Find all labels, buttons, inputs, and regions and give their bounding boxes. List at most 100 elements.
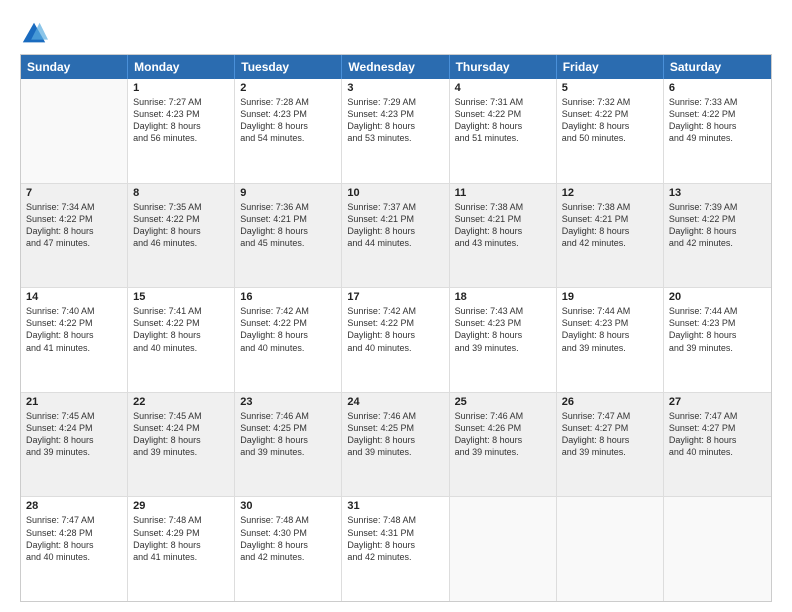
cal-cell-r2-c1: 15Sunrise: 7:41 AMSunset: 4:22 PMDayligh…: [128, 288, 235, 392]
cell-line: Sunset: 4:22 PM: [347, 317, 443, 329]
cell-line: Daylight: 8 hours: [240, 225, 336, 237]
cal-cell-r3-c1: 22Sunrise: 7:45 AMSunset: 4:24 PMDayligh…: [128, 393, 235, 497]
cal-cell-r1-c2: 9Sunrise: 7:36 AMSunset: 4:21 PMDaylight…: [235, 184, 342, 288]
cal-cell-r4-c2: 30Sunrise: 7:48 AMSunset: 4:30 PMDayligh…: [235, 497, 342, 601]
cal-cell-r1-c0: 7Sunrise: 7:34 AMSunset: 4:22 PMDaylight…: [21, 184, 128, 288]
cell-line: and 39 minutes.: [562, 446, 658, 458]
cell-line: Sunset: 4:23 PM: [669, 317, 766, 329]
day-number: 28: [26, 500, 122, 512]
cal-cell-r3-c2: 23Sunrise: 7:46 AMSunset: 4:25 PMDayligh…: [235, 393, 342, 497]
cell-line: and 44 minutes.: [347, 237, 443, 249]
header-cell-thursday: Thursday: [450, 55, 557, 79]
day-number: 11: [455, 187, 551, 199]
day-number: 10: [347, 187, 443, 199]
day-number: 9: [240, 187, 336, 199]
cell-line: and 40 minutes.: [240, 342, 336, 354]
calendar-row-2: 7Sunrise: 7:34 AMSunset: 4:22 PMDaylight…: [21, 184, 771, 289]
cell-line: Daylight: 8 hours: [26, 329, 122, 341]
cal-cell-r3-c3: 24Sunrise: 7:46 AMSunset: 4:25 PMDayligh…: [342, 393, 449, 497]
day-number: 3: [347, 82, 443, 94]
day-number: 2: [240, 82, 336, 94]
cell-line: Daylight: 8 hours: [347, 539, 443, 551]
cell-line: Daylight: 8 hours: [669, 225, 766, 237]
cell-line: Daylight: 8 hours: [26, 434, 122, 446]
day-number: 29: [133, 500, 229, 512]
day-number: 23: [240, 396, 336, 408]
calendar-row-3: 14Sunrise: 7:40 AMSunset: 4:22 PMDayligh…: [21, 288, 771, 393]
day-number: 30: [240, 500, 336, 512]
cell-line: and 46 minutes.: [133, 237, 229, 249]
cal-cell-r0-c6: 6Sunrise: 7:33 AMSunset: 4:22 PMDaylight…: [664, 79, 771, 183]
cell-line: Sunrise: 7:29 AM: [347, 96, 443, 108]
day-number: 26: [562, 396, 658, 408]
cell-line: Sunrise: 7:48 AM: [240, 514, 336, 526]
cell-line: Daylight: 8 hours: [562, 225, 658, 237]
cell-line: Sunset: 4:23 PM: [455, 317, 551, 329]
cell-line: Sunset: 4:31 PM: [347, 527, 443, 539]
cell-line: and 40 minutes.: [669, 446, 766, 458]
cell-line: Sunrise: 7:46 AM: [347, 410, 443, 422]
cal-cell-r1-c3: 10Sunrise: 7:37 AMSunset: 4:21 PMDayligh…: [342, 184, 449, 288]
cell-line: Sunrise: 7:42 AM: [240, 305, 336, 317]
cal-cell-r2-c6: 20Sunrise: 7:44 AMSunset: 4:23 PMDayligh…: [664, 288, 771, 392]
cal-cell-r0-c3: 3Sunrise: 7:29 AMSunset: 4:23 PMDaylight…: [342, 79, 449, 183]
cell-line: Daylight: 8 hours: [669, 120, 766, 132]
cal-cell-r1-c1: 8Sunrise: 7:35 AMSunset: 4:22 PMDaylight…: [128, 184, 235, 288]
cell-line: Sunrise: 7:44 AM: [562, 305, 658, 317]
day-number: 13: [669, 187, 766, 199]
cell-line: and 56 minutes.: [133, 132, 229, 144]
cell-line: and 40 minutes.: [133, 342, 229, 354]
cell-line: Daylight: 8 hours: [240, 329, 336, 341]
cell-line: Daylight: 8 hours: [26, 539, 122, 551]
cell-line: and 42 minutes.: [240, 551, 336, 563]
day-number: 31: [347, 500, 443, 512]
cell-line: and 51 minutes.: [455, 132, 551, 144]
cell-line: and 50 minutes.: [562, 132, 658, 144]
cell-line: Daylight: 8 hours: [669, 434, 766, 446]
cell-line: and 42 minutes.: [562, 237, 658, 249]
cell-line: and 41 minutes.: [133, 551, 229, 563]
cell-line: Sunset: 4:22 PM: [562, 108, 658, 120]
calendar-row-1: 1Sunrise: 7:27 AMSunset: 4:23 PMDaylight…: [21, 79, 771, 184]
cell-line: Daylight: 8 hours: [455, 434, 551, 446]
day-number: 12: [562, 187, 658, 199]
cell-line: Sunrise: 7:34 AM: [26, 201, 122, 213]
day-number: 7: [26, 187, 122, 199]
cal-cell-r3-c5: 26Sunrise: 7:47 AMSunset: 4:27 PMDayligh…: [557, 393, 664, 497]
cell-line: Sunset: 4:25 PM: [347, 422, 443, 434]
cal-cell-r2-c2: 16Sunrise: 7:42 AMSunset: 4:22 PMDayligh…: [235, 288, 342, 392]
cal-cell-r0-c0: [21, 79, 128, 183]
cell-line: and 45 minutes.: [240, 237, 336, 249]
day-number: 17: [347, 291, 443, 303]
logo-icon: [20, 20, 48, 48]
page: SundayMondayTuesdayWednesdayThursdayFrid…: [0, 0, 792, 612]
cell-line: Sunset: 4:22 PM: [669, 213, 766, 225]
day-number: 27: [669, 396, 766, 408]
header-cell-friday: Friday: [557, 55, 664, 79]
cell-line: Sunset: 4:22 PM: [133, 317, 229, 329]
cell-line: Sunrise: 7:42 AM: [347, 305, 443, 317]
day-number: 25: [455, 396, 551, 408]
cell-line: and 42 minutes.: [669, 237, 766, 249]
calendar-body: 1Sunrise: 7:27 AMSunset: 4:23 PMDaylight…: [21, 79, 771, 601]
cell-line: Sunrise: 7:48 AM: [347, 514, 443, 526]
cell-line: Sunset: 4:25 PM: [240, 422, 336, 434]
cell-line: and 40 minutes.: [26, 551, 122, 563]
day-number: 20: [669, 291, 766, 303]
day-number: 18: [455, 291, 551, 303]
day-number: 15: [133, 291, 229, 303]
cell-line: Daylight: 8 hours: [133, 329, 229, 341]
day-number: 5: [562, 82, 658, 94]
cal-cell-r3-c0: 21Sunrise: 7:45 AMSunset: 4:24 PMDayligh…: [21, 393, 128, 497]
cal-cell-r2-c0: 14Sunrise: 7:40 AMSunset: 4:22 PMDayligh…: [21, 288, 128, 392]
cell-line: Sunrise: 7:33 AM: [669, 96, 766, 108]
cell-line: Sunset: 4:28 PM: [26, 527, 122, 539]
cell-line: Daylight: 8 hours: [133, 539, 229, 551]
cell-line: Sunset: 4:22 PM: [26, 213, 122, 225]
cell-line: and 39 minutes.: [347, 446, 443, 458]
cell-line: Sunrise: 7:46 AM: [240, 410, 336, 422]
cell-line: Daylight: 8 hours: [240, 539, 336, 551]
day-number: 1: [133, 82, 229, 94]
cell-line: Sunset: 4:22 PM: [669, 108, 766, 120]
cell-line: and 39 minutes.: [455, 342, 551, 354]
